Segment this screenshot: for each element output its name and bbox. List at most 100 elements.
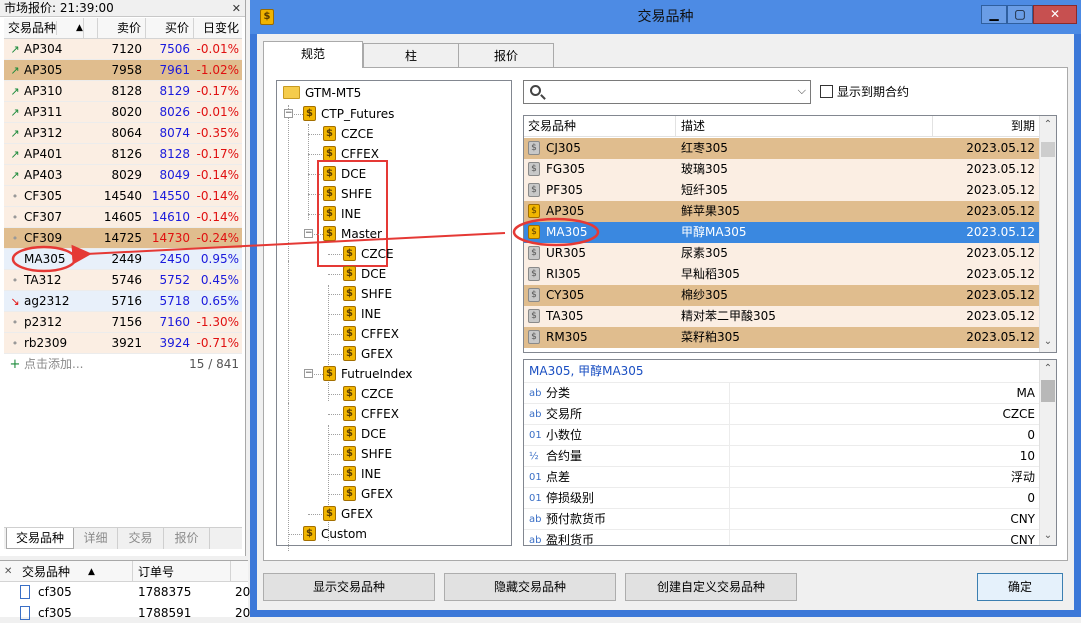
market-row[interactable]: MA305 2449 2450 0.95% [4,249,242,270]
table-row[interactable]: $ CY305 棉纱305 2023.05.12 [524,285,1039,306]
tree-node-czce[interactable]: $ CZCE [343,244,394,264]
tree-node-czce[interactable]: $ CZCE [343,384,394,404]
tab-symbols[interactable]: 交易品种 [6,528,74,549]
tab-ticks[interactable]: 报价 [458,43,554,67]
column-header-change[interactable]: 日变化 [194,18,242,39]
market-row[interactable]: ↗ AP310 8128 8129 -0.17% [4,81,242,102]
table-row[interactable]: $ FG305 玻璃305 2023.05.12 [524,159,1039,180]
dialog-title-bar[interactable]: $ 交易品种 ▁ ▢ ✕ [250,0,1081,34]
tree-node-futrueindex[interactable]: $ FutrueIndex [323,364,413,384]
market-row[interactable]: ↘ ag2312 5716 5718 0.65% [4,291,242,312]
market-row[interactable]: ↗ AP312 8064 8074 -0.35% [4,123,242,144]
close-icon[interactable]: ✕ [232,0,241,17]
symbols-table-scrollbar[interactable]: ⌃ ⌄ [1039,116,1056,352]
tab-bars[interactable]: 柱 [363,43,459,67]
collapse-icon[interactable]: − [304,229,313,238]
scroll-up-icon[interactable]: ⌃ [1040,360,1056,377]
column-header-symbol[interactable]: 交易品种 [524,116,676,137]
property-row[interactable]: 01 点差 浮动 [524,466,1039,487]
table-row[interactable]: $ CJ305 红枣305 2023.05.12 [524,138,1039,159]
scrollbar-thumb[interactable] [1041,142,1055,157]
tree-node-shfe[interactable]: $ SHFE [343,444,392,464]
market-row[interactable]: ↗ AP403 8029 8049 -0.14% [4,165,242,186]
table-row[interactable]: $ RM305 菜籽粕305 2023.05.12 [524,327,1039,348]
market-row[interactable]: ↗ AP311 8020 8026 -0.01% [4,102,242,123]
scrollbar-thumb[interactable] [1041,380,1055,402]
tree-node-gfex[interactable]: $ GFEX [343,344,393,364]
tree-node-custom[interactable]: $ Custom [303,524,367,544]
scroll-down-icon[interactable]: ⌄ [1040,527,1056,544]
property-row[interactable]: ab 分类 MA [524,382,1039,403]
tree-node-root[interactable]: GTM-MT5 [283,83,361,103]
tree-node-ctp-futures[interactable]: $ CTP_Futures [303,104,394,124]
market-row[interactable]: ↗ AP305 7958 7961 -1.02% [4,60,242,81]
table-row[interactable]: $ RI305 早籼稻305 2023.05.12 [524,264,1039,285]
column-header-description[interactable]: 描述 [676,116,933,137]
table-row[interactable]: $ PF305 短纤305 2023.05.12 [524,180,1039,201]
close-icon[interactable]: ✕ [4,562,12,582]
tree-node-gfex[interactable]: $ GFEX [323,504,373,524]
tree-node-cffex[interactable]: $ CFFEX [343,404,399,424]
column-header-expiry[interactable]: 到期 [933,116,1039,137]
column-header-ask[interactable]: 买价 [146,18,194,39]
market-row[interactable]: • TA312 5746 5752 0.45% [4,270,242,291]
collapse-icon[interactable]: − [304,369,313,378]
market-row[interactable]: ↗ AP401 8126 8128 -0.17% [4,144,242,165]
tab-specification[interactable]: 规范 [263,41,363,68]
add-symbol-label[interactable]: 点击添加... [4,354,164,375]
close-button[interactable]: ✕ [1033,5,1077,24]
tab-ticks[interactable]: 报价 [164,528,210,549]
table-row[interactable]: $ UR305 尿素305 2023.05.12 [524,243,1039,264]
tree-node-label: CTP_Futures [321,107,395,121]
chevron-down-icon[interactable]: ⌵ [798,84,806,98]
checkbox-icon[interactable] [820,85,833,98]
column-header-bid[interactable]: 卖价 [98,18,146,39]
show-expired-checkbox[interactable]: 显示到期合约 [820,84,909,100]
column-header-symbol[interactable]: 交易品种 [22,562,70,582]
expiry-cell: 2023.05.12 [966,330,1035,344]
tree-node-label: GFEX [361,487,394,501]
tree-node-master[interactable]: $ Master [323,224,382,244]
table-row[interactable]: $ MA305 甲醇MA305 2023.05.12 [524,222,1039,243]
create-custom-symbol-button[interactable]: 创建自定义交易品种 [625,573,797,601]
tree-node-gfex[interactable]: $ GFEX [343,484,393,504]
market-row[interactable]: • CF309 14725 14730 -0.24% [4,228,242,249]
market-ask: 14550 [151,189,190,203]
add-symbol-row[interactable]: + 点击添加... 15 / 841 [4,354,242,375]
column-header-symbol[interactable]: 交易品种 ▲ [4,18,98,39]
tree-node-shfe[interactable]: $ SHFE [343,284,392,304]
maximize-button[interactable]: ▢ [1007,5,1033,24]
tree-node-dce[interactable]: $ DCE [343,264,386,284]
property-row[interactable]: 01 停损级别 0 [524,487,1039,508]
table-row[interactable]: $ TA305 精对苯二甲酸305 2023.05.12 [524,306,1039,327]
property-row[interactable]: ab 盈利货币 CNY [524,529,1039,545]
property-row[interactable]: 01 小数位 0 [524,424,1039,445]
market-row[interactable]: • CF305 14540 14550 -0.14% [4,186,242,207]
properties-scrollbar[interactable]: ⌃ ⌄ [1039,360,1056,545]
market-bid: 7958 [111,63,142,77]
ok-button[interactable]: 确定 [977,573,1063,601]
market-row[interactable]: • p2312 7156 7160 -1.30% [4,312,242,333]
market-row[interactable]: • CF307 14605 14610 -0.14% [4,207,242,228]
market-row[interactable]: • rb2309 3921 3924 -0.71% [4,333,242,354]
tree-node-czce[interactable]: $ CZCE [323,124,374,144]
tree-node-ine[interactable]: $ INE [343,304,381,324]
scroll-down-icon[interactable]: ⌄ [1040,333,1056,350]
tab-trading[interactable]: 交易 [118,528,164,549]
search-combobox[interactable]: ⌵ [523,80,811,104]
tree-node-cffex[interactable]: $ CFFEX [343,324,399,344]
tree-node-dce[interactable]: $ DCE [343,424,386,444]
tree-node-ine[interactable]: $ INE [343,464,381,484]
scroll-up-icon[interactable]: ⌃ [1040,116,1056,133]
hide-symbol-button[interactable]: 隐藏交易品种 [444,573,616,601]
collapse-icon[interactable]: − [284,109,293,118]
minimize-button[interactable]: ▁ [981,5,1007,24]
property-row[interactable]: ½ 合约量 10 [524,445,1039,466]
table-row[interactable]: $ AP305 鲜苹果305 2023.05.12 [524,201,1039,222]
property-row[interactable]: ab 预付款货币 CNY [524,508,1039,529]
show-symbol-button[interactable]: 显示交易品种 [263,573,435,601]
tab-details[interactable]: 详细 [74,528,118,549]
column-header-order[interactable]: 订单号 [138,562,174,582]
market-row[interactable]: ↗ AP304 7120 7506 -0.01% [4,39,242,60]
property-row[interactable]: ab 交易所 CZCE [524,403,1039,424]
